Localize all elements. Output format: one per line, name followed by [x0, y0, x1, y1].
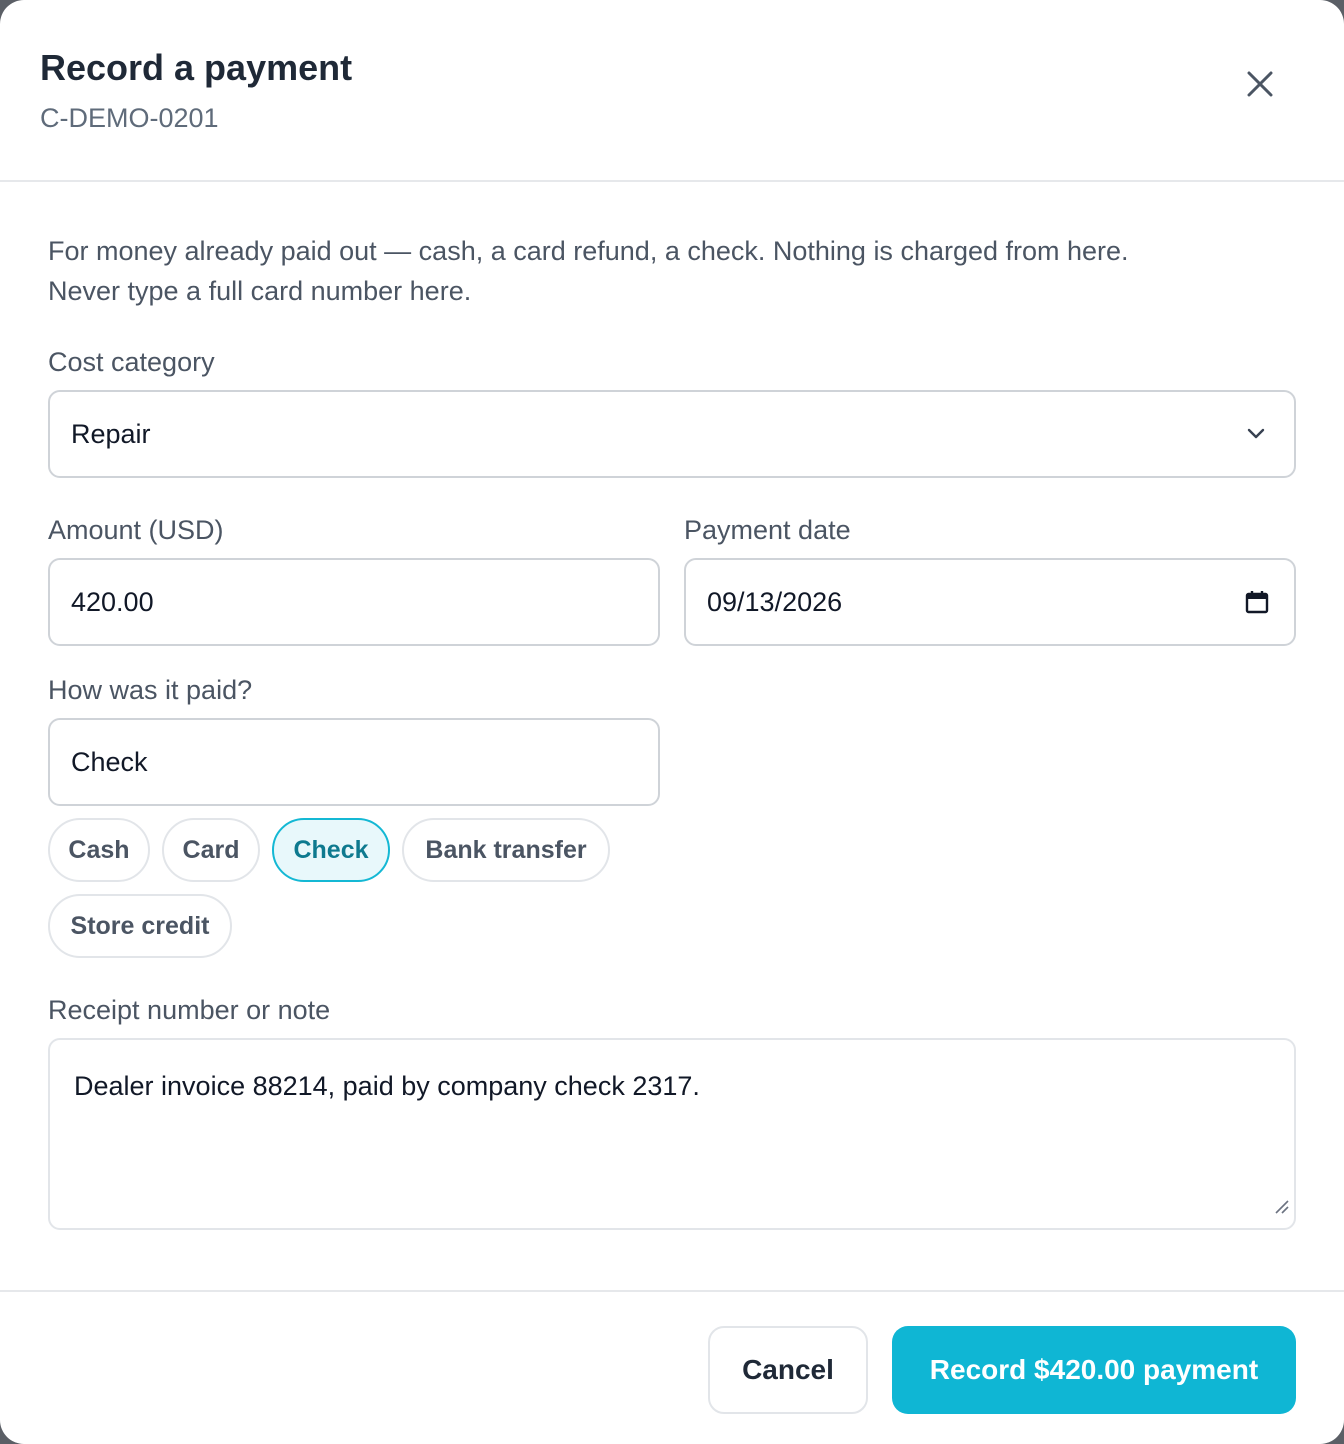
amount-input[interactable]: 420.00: [48, 558, 660, 646]
dialog-subtitle: C-DEMO-0201: [40, 103, 219, 133]
method-chip-cash[interactable]: Cash: [48, 818, 150, 882]
calendar-icon[interactable]: [1244, 589, 1270, 615]
record-payment-button[interactable]: Record $420.00 payment: [892, 1326, 1296, 1414]
close-button[interactable]: [1242, 66, 1278, 102]
method-chip-store-credit[interactable]: Store credit: [48, 894, 232, 958]
intro-line-2: Never type a full card number here.: [48, 276, 472, 306]
close-icon: [1247, 71, 1273, 97]
resize-grip-icon[interactable]: [1272, 1188, 1290, 1224]
intro-text: For money already paid out — cash, a car…: [48, 231, 1288, 311]
amount-value: 420.00: [71, 587, 154, 617]
payment-method-value: Check: [71, 747, 148, 777]
note-label: Receipt number or note: [48, 995, 331, 1025]
record-payment-dialog: Record a payment C-DEMO-0201 For money a…: [0, 0, 1344, 1444]
note-value: Dealer invoice 88214, paid by company ch…: [74, 1071, 700, 1101]
payment-method-input[interactable]: Check: [48, 718, 660, 806]
intro-line-1: For money already paid out — cash, a car…: [48, 236, 1129, 266]
payment-method-label: How was it paid?: [48, 675, 253, 705]
payment-date-value: 09/13/2026: [707, 587, 843, 617]
payment-date-input[interactable]: 09/13/2026: [684, 558, 1296, 646]
dialog-footer: Cancel Record $420.00 payment: [0, 1290, 1344, 1444]
method-chip-check[interactable]: Check: [272, 818, 390, 882]
payment-date-label: Payment date: [684, 515, 851, 545]
amount-label: Amount (USD): [48, 515, 224, 545]
cost-category-select[interactable]: Repair: [48, 390, 1296, 478]
cancel-button[interactable]: Cancel: [708, 1326, 868, 1414]
dialog-header: Record a payment C-DEMO-0201: [0, 0, 1344, 182]
cost-category-value: Repair: [71, 419, 151, 449]
method-chip-card[interactable]: Card: [162, 818, 260, 882]
dialog-body: For money already paid out — cash, a car…: [0, 231, 1344, 311]
chevron-down-icon: [1244, 422, 1268, 446]
note-textarea[interactable]: Dealer invoice 88214, paid by company ch…: [48, 1038, 1296, 1230]
cost-category-label: Cost category: [48, 347, 215, 377]
method-chip-bank-transfer[interactable]: Bank transfer: [402, 818, 610, 882]
dialog-title: Record a payment: [40, 47, 353, 88]
